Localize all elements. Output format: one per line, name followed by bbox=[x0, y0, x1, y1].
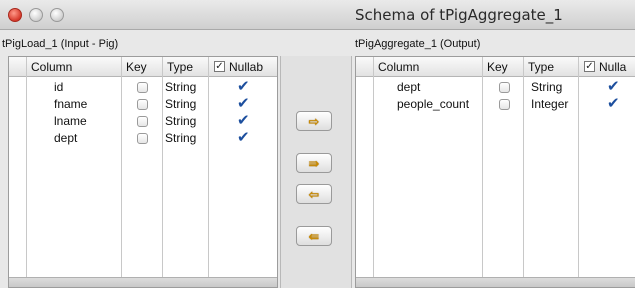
nullable-checkbox[interactable]: ✔ bbox=[237, 128, 250, 146]
key-checkbox[interactable] bbox=[137, 116, 148, 127]
right-arrow-icon: ⇨ bbox=[308, 113, 320, 129]
column-header-key[interactable]: Key bbox=[126, 60, 147, 74]
close-window-button[interactable] bbox=[8, 8, 22, 22]
key-checkbox[interactable] bbox=[499, 99, 510, 110]
nullable-checkbox[interactable]: ✔ bbox=[607, 77, 620, 95]
horizontal-scrollbar[interactable] bbox=[356, 277, 635, 287]
double-right-arrow-icon: ⇛ bbox=[308, 155, 320, 171]
column-header-column[interactable]: Column bbox=[31, 60, 72, 74]
column-type: String bbox=[165, 114, 197, 128]
left-panel-label: tPigLoad_1 (Input - Pig) bbox=[2, 38, 119, 50]
key-checkbox[interactable] bbox=[137, 99, 148, 110]
key-checkbox[interactable] bbox=[499, 82, 510, 93]
nullable-checkbox[interactable]: ✔ bbox=[237, 111, 250, 129]
column-name: dept bbox=[54, 131, 78, 145]
nullable-all-checkbox[interactable]: ✓ bbox=[214, 61, 225, 72]
column-type: String bbox=[165, 131, 197, 145]
column-name: lname bbox=[54, 114, 87, 128]
nullable-all-checkbox[interactable]: ✓ bbox=[584, 61, 595, 72]
column-type: String bbox=[165, 80, 197, 94]
copy-all-left-button[interactable]: ⇚ bbox=[296, 226, 332, 246]
nullable-checkbox[interactable]: ✔ bbox=[237, 94, 250, 112]
column-type: String bbox=[165, 97, 197, 111]
copy-selected-left-button[interactable]: ⇦ bbox=[296, 184, 332, 204]
column-header-nullable[interactable]: Nulla bbox=[599, 60, 626, 74]
minimize-window-button[interactable] bbox=[29, 8, 43, 22]
column-header-type[interactable]: Type bbox=[528, 60, 554, 74]
copy-all-right-button[interactable]: ⇛ bbox=[296, 153, 332, 173]
copy-selected-right-button[interactable]: ⇨ bbox=[296, 111, 332, 131]
title-bar: Schema of tPigAggregate_1 bbox=[0, 0, 635, 30]
double-left-arrow-icon: ⇚ bbox=[308, 228, 320, 244]
column-type: String bbox=[531, 80, 563, 94]
column-name: fname bbox=[54, 97, 88, 111]
table-header: Column Key Type ✓ Nullab bbox=[9, 57, 277, 77]
nullable-checkbox[interactable]: ✔ bbox=[237, 77, 250, 95]
column-type: Integer bbox=[531, 97, 569, 111]
table-row[interactable]: people_count Integer ✔ bbox=[356, 94, 635, 113]
transfer-button-panel: ⇨ ⇛ ⇦ ⇚ bbox=[280, 56, 352, 288]
zoom-window-button[interactable] bbox=[50, 8, 64, 22]
output-schema-table[interactable]: Column Key Type ✓ Nulla dept String ✔ pe… bbox=[355, 56, 635, 288]
column-header-key[interactable]: Key bbox=[487, 60, 508, 74]
window-title: Schema of tPigAggregate_1 bbox=[355, 6, 563, 24]
column-header-type[interactable]: Type bbox=[167, 60, 193, 74]
column-name: people_count bbox=[397, 97, 470, 111]
column-header-nullable[interactable]: Nullab bbox=[229, 60, 263, 74]
input-schema-table[interactable]: Column Key Type ✓ Nullab id String ✔ fna… bbox=[8, 56, 278, 288]
horizontal-scrollbar[interactable] bbox=[9, 277, 277, 287]
table-row[interactable]: dept String ✔ bbox=[356, 77, 635, 96]
key-checkbox[interactable] bbox=[137, 82, 148, 93]
column-name: dept bbox=[397, 80, 421, 94]
column-header-column[interactable]: Column bbox=[378, 60, 419, 74]
table-row[interactable]: dept String ✔ bbox=[9, 128, 277, 147]
nullable-checkbox[interactable]: ✔ bbox=[607, 94, 620, 112]
left-arrow-icon: ⇦ bbox=[308, 186, 320, 202]
key-checkbox[interactable] bbox=[137, 133, 148, 144]
table-header: Column Key Type ✓ Nulla bbox=[356, 57, 635, 77]
column-name: id bbox=[54, 80, 64, 94]
right-panel-label: tPigAggregate_1 (Output) bbox=[355, 38, 481, 50]
